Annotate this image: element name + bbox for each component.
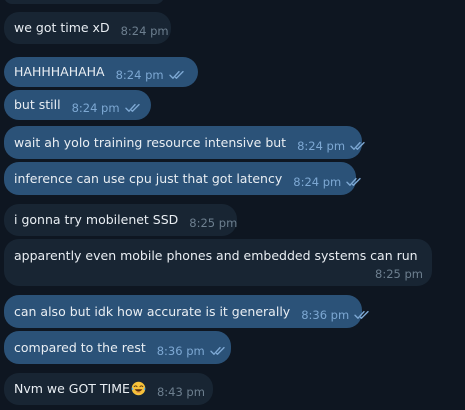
message-text: wait ah yolo training resource intensive… [14,134,287,150]
read-ticks-icon [125,103,142,113]
message-timestamp: 8:24 pm [120,24,169,38]
previous-message-bubble[interactable] [4,0,164,4]
message-timestamp: 8:43 pm [156,385,205,399]
message-bubble[interactable]: can also but idk how accurate is it gene… [4,295,362,328]
message-bubble[interactable]: HAHHHAHAHA 8:24 pm [4,57,198,87]
message-timestamp: 8:24 pm [293,174,342,189]
message-timestamp: 8:24 pm [71,101,120,115]
message-text-content: Nvm we GOT TIME [14,381,130,396]
message-timestamp: 8:36 pm [156,343,205,358]
message-timestamp: 8:25 pm [189,216,238,230]
chat-history[interactable]: we got time xD 8:24 pm HAHHHAHAHA 8:24 p… [0,0,465,410]
read-ticks-icon [346,177,363,187]
message-text: Nvm we GOT TIME [14,381,146,397]
message-text: can also but idk how accurate is it gene… [14,303,291,319]
message-text: but still [14,97,61,112]
message-bubble[interactable]: inference can use cpu just that got late… [4,162,356,195]
message-bubble[interactable]: i gonna try mobilenet SSD 8:25 pm [4,204,237,236]
read-ticks-icon [169,70,186,80]
message-bubble[interactable]: Nvm we GOT TIME 8:43 pm [4,373,213,405]
message-timestamp: 8:36 pm [301,307,350,322]
laughing-tears-emoji-icon [131,381,146,396]
message-bubble[interactable]: wait ah yolo training resource intensive… [4,126,362,159]
message-timestamp: 8:24 pm [297,138,346,153]
read-ticks-icon [354,310,371,320]
message-bubble[interactable]: but still 8:24 pm [4,90,151,120]
read-ticks-icon [210,346,227,356]
read-ticks-icon [350,141,367,151]
message-bubble[interactable]: we got time xD 8:24 pm [4,12,171,44]
message-text: inference can use cpu just that got late… [14,170,283,186]
message-text: compared to the rest [14,339,146,355]
message-text: i gonna try mobilenet SSD [14,212,179,227]
message-bubble[interactable]: apparently even mobile phones and embedd… [4,239,432,286]
message-timestamp: 8:25 pm [375,267,423,281]
message-text: apparently even mobile phones and embedd… [14,248,418,263]
message-text: we got time xD [14,20,110,35]
message-bubble[interactable]: compared to the rest 8:36 pm [4,331,231,364]
message-timestamp: 8:24 pm [115,68,164,82]
message-text: HAHHHAHAHA [14,64,105,79]
